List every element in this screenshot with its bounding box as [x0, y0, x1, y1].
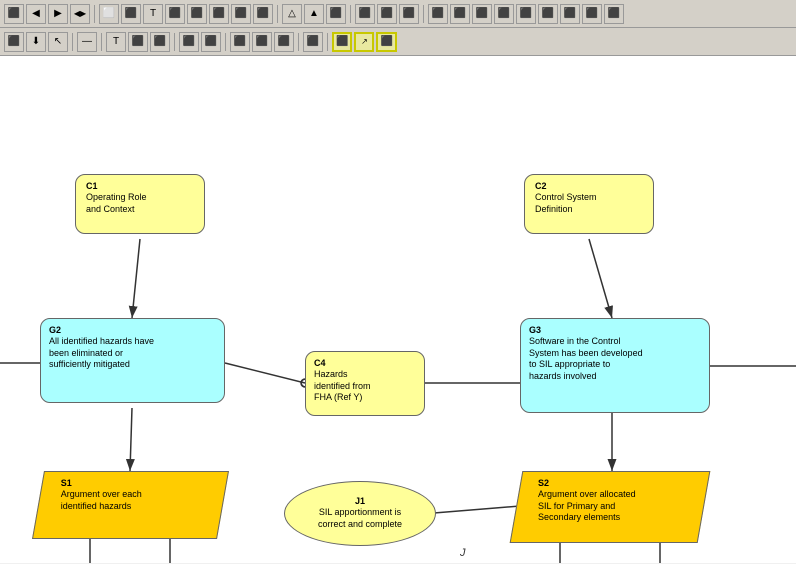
tb-select[interactable]: ⬛ — [4, 4, 24, 24]
tb2-b4[interactable]: — — [77, 32, 97, 52]
node-S2[interactable]: S2 Argument over allocatedSIL for Primar… — [516, 471, 704, 546]
sep7 — [174, 33, 175, 51]
tb-b17[interactable]: ⬛ — [472, 4, 492, 24]
node-C1-label: C1 — [86, 181, 194, 191]
node-G2-text: All identified hazards havebeen eliminat… — [49, 336, 216, 371]
tb-b16[interactable]: ⬛ — [450, 4, 470, 24]
tb-b3[interactable]: T — [143, 4, 163, 24]
sep6 — [101, 33, 102, 51]
sep9 — [298, 33, 299, 51]
node-C2-label: C2 — [535, 181, 643, 191]
node-S1-label: S1 — [61, 478, 210, 488]
snap-btn-1[interactable]: ⬛ — [332, 32, 352, 52]
diagram-canvas: J C1 Operating Roleand Context C2 Contro… — [0, 56, 796, 563]
tb-backfwd[interactable]: ◀▶ — [70, 4, 90, 24]
tb-b10[interactable]: ▲ — [304, 4, 324, 24]
tb2-b13[interactable]: ⬛ — [303, 32, 323, 52]
tb-b8[interactable]: ⬛ — [253, 4, 273, 24]
tb-b2[interactable]: ⬛ — [121, 4, 141, 24]
sep8 — [225, 33, 226, 51]
tb-b20[interactable]: ⬛ — [538, 4, 558, 24]
snap-btn-3[interactable]: ⬛ — [376, 32, 396, 52]
tb-b5[interactable]: ⬛ — [187, 4, 207, 24]
tb2-b8[interactable]: ⬛ — [179, 32, 199, 52]
tb-back[interactable]: ◀ — [26, 4, 46, 24]
node-G2[interactable]: G2 All identified hazards havebeen elimi… — [40, 318, 225, 408]
tb-b13[interactable]: ⬛ — [377, 4, 397, 24]
tb-b9[interactable]: △ — [282, 4, 302, 24]
node-C4[interactable]: C4 Hazardsidentified fromFHA (Ref Y) — [305, 351, 425, 419]
node-J1[interactable]: J1 SIL apportionment iscorrect and compl… — [284, 481, 436, 546]
tb2-b1[interactable]: ⬛ — [4, 32, 24, 52]
tb-b6[interactable]: ⬛ — [209, 4, 229, 24]
sep10 — [327, 33, 328, 51]
tb2-b7[interactable]: ⬛ — [150, 32, 170, 52]
tb2-b10[interactable]: ⬛ — [230, 32, 250, 52]
tb2-b9[interactable]: ⬛ — [201, 32, 221, 52]
tb-b23[interactable]: ⬛ — [604, 4, 624, 24]
tb-b19[interactable]: ⬛ — [516, 4, 536, 24]
tb2-b5[interactable]: T — [106, 32, 126, 52]
tb-forward[interactable]: ▶ — [48, 4, 68, 24]
sep5 — [72, 33, 73, 51]
sep2 — [277, 5, 278, 23]
toolbar-top: ⬛ ◀ ▶ ◀▶ ⬜ ⬛ T ⬛ ⬛ ⬛ ⬛ ⬛ △ ▲ ⬛ ⬛ ⬛ ⬛ ⬛ ⬛… — [0, 0, 796, 28]
sep4 — [423, 5, 424, 23]
tb-b12[interactable]: ⬛ — [355, 4, 375, 24]
tb2-b2[interactable]: ⬇ — [26, 32, 46, 52]
toolbar-second: ⬛ ⬇ ↖ — T ⬛ ⬛ ⬛ ⬛ ⬛ ⬛ ⬛ ⬛ ⬛ ↗ ⬛ — [0, 28, 796, 56]
tb-b15[interactable]: ⬛ — [428, 4, 448, 24]
tb-b14[interactable]: ⬛ — [399, 4, 419, 24]
node-S1[interactable]: S1 Argument over eachidentified hazards — [38, 471, 223, 543]
node-G3-text: Software in the ControlSystem has been d… — [529, 336, 701, 383]
node-G2-label: G2 — [49, 325, 216, 335]
node-S2-text: Argument over allocatedSIL for Primary a… — [538, 489, 690, 524]
node-S1-text: Argument over eachidentified hazards — [61, 489, 210, 512]
tb2-b3[interactable]: ↖ — [48, 32, 68, 52]
node-G3[interactable]: G3 Software in the ControlSystem has bee… — [520, 318, 710, 416]
tb-b18[interactable]: ⬛ — [494, 4, 514, 24]
sep3 — [350, 5, 351, 23]
tb-b4[interactable]: ⬛ — [165, 4, 185, 24]
tb2-b12[interactable]: ⬛ — [274, 32, 294, 52]
tb2-b11[interactable]: ⬛ — [252, 32, 272, 52]
tb-b11[interactable]: ⬛ — [326, 4, 346, 24]
svg-text:J: J — [459, 547, 466, 559]
node-C1-text: Operating Roleand Context — [86, 192, 194, 215]
sep1 — [94, 5, 95, 23]
node-C4-label: C4 — [314, 358, 416, 368]
node-G3-label: G3 — [529, 325, 701, 335]
node-J1-label: J1 — [355, 496, 365, 506]
node-C2[interactable]: C2 Control SystemDefinition — [524, 174, 654, 239]
tb2-b6[interactable]: ⬛ — [128, 32, 148, 52]
node-C2-text: Control SystemDefinition — [535, 192, 643, 215]
tb-b1[interactable]: ⬜ — [99, 4, 119, 24]
node-J1-text: SIL apportionment iscorrect and complete — [318, 507, 402, 530]
tb-b7[interactable]: ⬛ — [231, 4, 251, 24]
node-S2-label: S2 — [538, 478, 690, 488]
node-C1[interactable]: C1 Operating Roleand Context — [75, 174, 205, 239]
snap-btn-2[interactable]: ↗ — [354, 32, 374, 52]
tb-b21[interactable]: ⬛ — [560, 4, 580, 24]
node-C4-text: Hazardsidentified fromFHA (Ref Y) — [314, 369, 416, 404]
tb-b22[interactable]: ⬛ — [582, 4, 602, 24]
